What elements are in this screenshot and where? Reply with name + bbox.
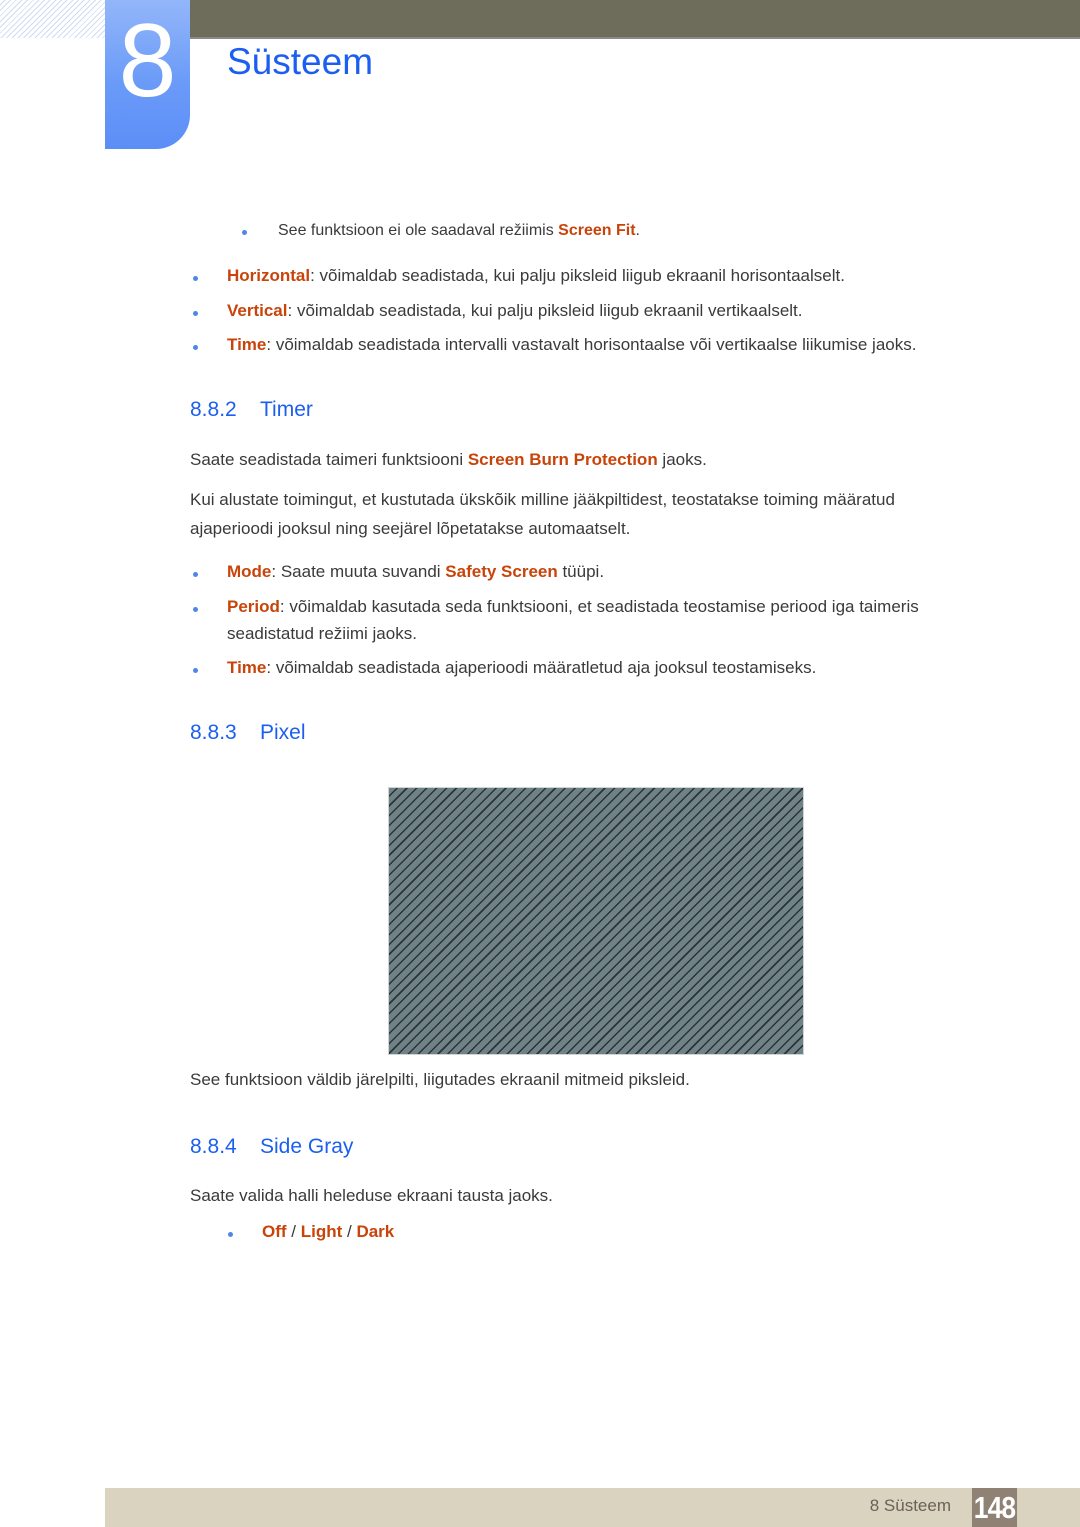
list-item: Mode: Saate muuta suvandi Safety Screen … (227, 561, 604, 583)
list-item: Vertical: võimaldab seadistada, kui palj… (227, 300, 803, 322)
term: Mode (227, 562, 272, 581)
side-gray-options: Off / Light / Dark (262, 1221, 394, 1243)
chapter-tab: 8 (105, 0, 190, 149)
page-number: 148 (971, 1488, 1018, 1527)
section-heading-side-gray: 8.8.4 Side Gray (190, 1134, 353, 1160)
term: Time (227, 658, 267, 677)
chapter-title: Süsteem (227, 41, 374, 82)
section-number: 8.8.2 (190, 398, 237, 421)
note-text: See funktsioon ei ole saadaval režiimis (278, 222, 559, 239)
section-heading-pixel: 8.8.3 Pixel (190, 720, 306, 746)
text: Saate seadistada taimeri funktsiooni (190, 450, 468, 469)
bullet-icon (193, 276, 198, 281)
bullet-icon (193, 572, 198, 577)
bullet-icon (228, 1232, 233, 1237)
section-title: Side Gray (260, 1135, 354, 1158)
section-number: 8.8.3 (190, 721, 237, 744)
description: : Saate muuta suvandi (271, 562, 446, 581)
decorative-hatch (0, 0, 106, 38)
list-item: Time: võimaldab seadistada intervalli va… (227, 334, 916, 356)
option-dark: Dark (356, 1222, 395, 1241)
description: : võimaldab seadistada, kui palju piksle… (310, 266, 845, 285)
bullet-icon (193, 668, 198, 673)
bullet-icon (193, 311, 198, 316)
separator: / (342, 1222, 357, 1241)
footer-chapter-label: 8 Süsteem (869, 1496, 951, 1515)
term: Period (227, 597, 280, 616)
separator: / (286, 1222, 301, 1241)
list-item: Period: võimaldab kasutada seda funktsio… (227, 596, 919, 618)
timer-paragraph-1: Saate seadistada taimeri funktsiooni Scr… (190, 449, 707, 471)
description: : võimaldab seadistada, kui palju piksle… (287, 301, 803, 320)
term: Horizontal (227, 266, 311, 285)
chapter-number: 8 (118, 3, 177, 119)
description: tüüpi. (557, 562, 605, 581)
list-item: Horizontal: võimaldab seadistada, kui pa… (227, 265, 845, 287)
list-item: Time: võimaldab seadistada ajaperioodi m… (227, 657, 816, 679)
section-title: Timer (260, 398, 313, 421)
page-footer: 8 Süsteem (105, 1488, 1080, 1527)
term: Vertical (227, 301, 288, 320)
pixel-shift-illustration (388, 787, 804, 1055)
list-item-continuation: seadistatud režiimi jaoks. (227, 624, 417, 643)
section-number: 8.8.4 (190, 1135, 237, 1158)
note-line: See funktsioon ei ole saadaval režiimis … (278, 220, 640, 242)
text: jaoks. (657, 450, 707, 469)
timer-paragraph-2-line-2: ajaperioodi jooksul ning seejärel lõpeta… (190, 519, 631, 538)
note-suffix: . (635, 222, 640, 239)
pixel-caption: See funktsioon väldib järelpilti, liigut… (190, 1070, 690, 1089)
section-title: Pixel (260, 721, 306, 744)
timer-paragraph-2-line-1: Kui alustate toimingut, et kustutada üks… (190, 490, 895, 509)
option-off: Off (262, 1222, 287, 1241)
bullet-icon (242, 230, 247, 235)
description: : võimaldab seadistada ajaperioodi määra… (266, 658, 817, 677)
highlight: Screen Burn Protection (467, 450, 658, 469)
bullet-icon (193, 345, 198, 350)
bullet-icon (193, 607, 198, 612)
note-highlight: Screen Fit (558, 222, 636, 239)
description: : võimaldab kasutada seda funktsiooni, e… (279, 597, 919, 616)
description: : võimaldab seadistada intervalli vastav… (266, 335, 917, 354)
section-heading-timer: 8.8.2 Timer (190, 397, 313, 423)
option-light: Light (300, 1222, 343, 1241)
highlight: Safety Screen (445, 562, 558, 581)
side-gray-paragraph: Saate valida halli heleduse ekraani taus… (190, 1186, 553, 1205)
top-bar (190, 0, 1080, 39)
term: Time (227, 335, 267, 354)
